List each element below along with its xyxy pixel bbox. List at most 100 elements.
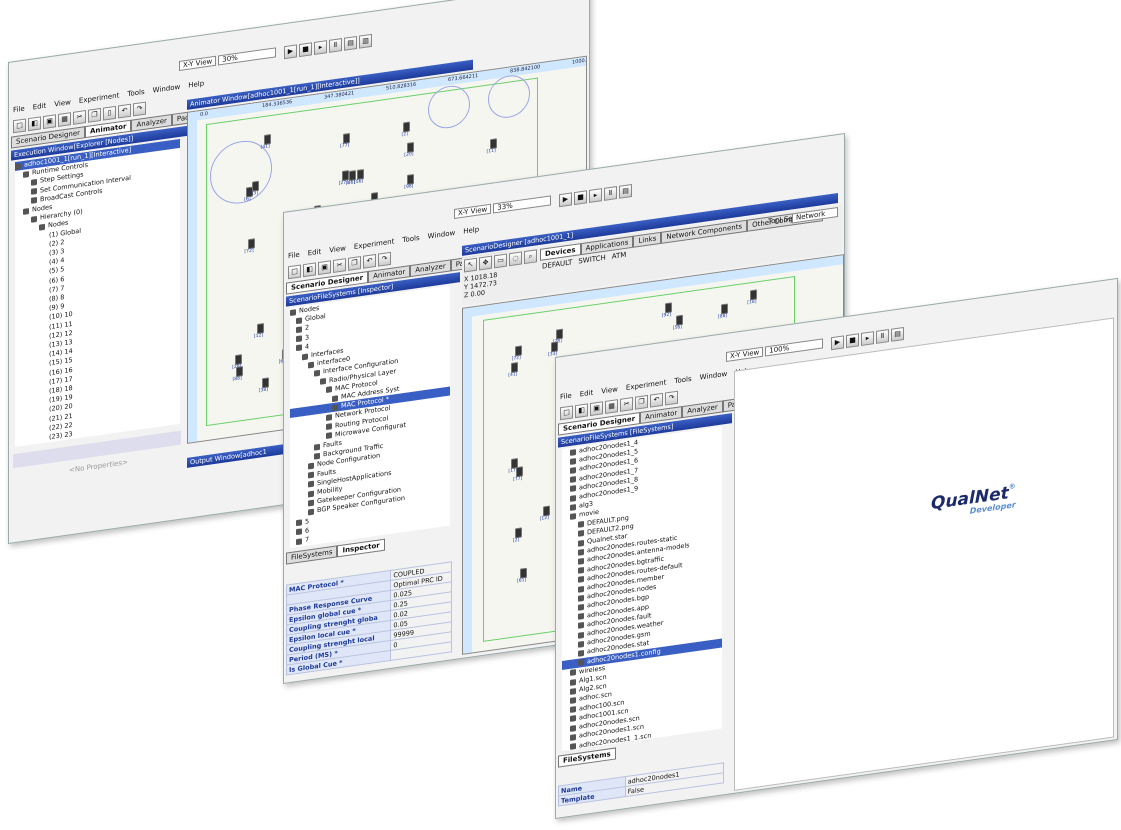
device-atm[interactable]: ATM (612, 251, 627, 261)
menu-window[interactable]: Window (153, 83, 181, 95)
network-node[interactable]: [38] (259, 377, 269, 394)
step-icon[interactable]: ▸ (314, 40, 327, 55)
stop-icon[interactable]: ■ (299, 42, 312, 58)
copy-icon[interactable]: ❐ (88, 107, 101, 123)
menu-file[interactable]: File (13, 105, 25, 115)
network-node[interactable]: [2] (513, 527, 522, 544)
menu-experiment[interactable]: Experiment (626, 378, 666, 392)
cut-icon[interactable]: ✂ (73, 110, 86, 125)
network-node[interactable]: [77] (513, 466, 524, 483)
zoom-icon[interactable]: ⌕ (524, 249, 537, 265)
network-node[interactable]: [33] (548, 340, 559, 357)
menu-experiment[interactable]: Experiment (354, 237, 394, 251)
network-node[interactable]: [2] (401, 121, 411, 138)
tab-inspector[interactable]: Inspector (337, 538, 385, 558)
rect-icon[interactable]: ▭ (494, 253, 507, 269)
save-icon[interactable]: ▣ (43, 114, 56, 130)
network-node[interactable]: [61] (517, 567, 528, 584)
graph-icon[interactable]: ▥ (359, 33, 372, 49)
menu-window[interactable]: Window (700, 370, 728, 382)
menu-help[interactable]: Help (463, 225, 479, 235)
network-node[interactable]: [72] (512, 345, 522, 362)
menu-file[interactable]: File (560, 392, 572, 402)
move-icon[interactable]: ✥ (479, 255, 492, 271)
chart-icon[interactable]: ▤ (344, 35, 357, 51)
redo-icon[interactable]: ↷ (133, 101, 146, 117)
undo-icon[interactable]: ↶ (118, 103, 131, 119)
print-icon[interactable]: ▦ (605, 399, 618, 414)
chart-icon[interactable]: ▤ (891, 326, 904, 342)
tab-filesystems[interactable]: FileSystems (286, 545, 338, 565)
menu-edit[interactable]: Edit (580, 389, 594, 399)
network-node[interactable]: [41] (260, 134, 271, 151)
network-node[interactable]: [53] (249, 180, 259, 197)
pause-icon[interactable]: Ⅱ (329, 38, 342, 53)
menu-tools[interactable]: Tools (674, 375, 691, 385)
lasso-icon[interactable]: ◌ (509, 251, 522, 267)
design-canvas-empty[interactable]: QualNet® Developer (734, 317, 1114, 791)
new-icon[interactable]: □ (560, 405, 573, 421)
device-default[interactable]: DEFAULT (542, 258, 572, 270)
network-node[interactable]: [86] (346, 170, 357, 187)
network-node[interactable]: [20] (404, 141, 415, 158)
cut-icon[interactable]: ✂ (333, 258, 346, 273)
device-switch[interactable]: SWITCH (578, 254, 605, 266)
network-node[interactable]: [72] (244, 238, 255, 255)
print-icon[interactable]: ▦ (58, 112, 71, 127)
step-icon[interactable]: ▸ (861, 331, 874, 346)
network-node[interactable]: [56] (673, 315, 683, 332)
menu-edit[interactable]: Edit (308, 248, 322, 258)
menu-tools[interactable]: Tools (127, 88, 144, 98)
pause-icon[interactable]: Ⅱ (604, 186, 617, 201)
copy-icon[interactable]: ❐ (348, 256, 361, 271)
open-icon[interactable]: ◧ (28, 116, 41, 132)
menu-window[interactable]: Window (428, 229, 456, 241)
redo-icon[interactable]: ↷ (378, 251, 391, 267)
network-node[interactable]: [56] (354, 169, 365, 185)
menu-tools[interactable]: Tools (402, 234, 419, 244)
new-icon[interactable]: □ (288, 264, 301, 280)
menu-view[interactable]: View (601, 385, 618, 395)
network-node[interactable]: [98] (404, 173, 415, 190)
network-node[interactable]: [88] (232, 365, 243, 382)
network-node[interactable]: [88] (718, 303, 729, 320)
view-mode-select[interactable]: X-Y View (179, 55, 217, 71)
new-icon[interactable]: □ (13, 118, 26, 134)
zoom-select[interactable]: 33% (493, 195, 552, 214)
menu-help[interactable]: Help (188, 79, 204, 89)
network-node[interactable]: [18] (747, 289, 758, 306)
network-node[interactable]: [28] (232, 353, 243, 370)
copy-icon[interactable]: ❐ (635, 394, 648, 410)
undo-icon[interactable]: ↶ (363, 253, 376, 269)
view-mode-select[interactable]: X-Y View (454, 203, 492, 219)
network-node[interactable]: [12] (540, 505, 550, 522)
zoom-select[interactable]: 30% (218, 47, 277, 66)
menu-file[interactable]: File (288, 251, 300, 261)
chart-icon[interactable]: ▤ (619, 183, 632, 199)
run-icon[interactable]: ▶ (831, 335, 844, 351)
tab-links[interactable]: Links (633, 231, 662, 248)
undo-icon[interactable]: ↶ (650, 392, 663, 408)
network-node[interactable]: [41] (508, 361, 519, 378)
save-icon[interactable]: ▣ (590, 401, 603, 417)
tab-filesystems[interactable]: FileSystems (558, 747, 616, 768)
zoom-select[interactable]: 100% (765, 338, 824, 357)
coord-z[interactable]: 0.00 (471, 289, 485, 299)
open-icon[interactable]: ◧ (575, 403, 588, 419)
stop-icon[interactable]: ■ (574, 190, 587, 206)
stop-icon[interactable]: ■ (846, 333, 859, 349)
menu-edit[interactable]: Edit (33, 102, 47, 112)
redo-icon[interactable]: ↷ (665, 390, 678, 406)
run-icon[interactable]: ▶ (284, 44, 297, 60)
network-node[interactable]: [77] (340, 133, 351, 150)
save-icon[interactable]: ▣ (318, 260, 331, 276)
view-mode-select[interactable]: X-Y View (726, 346, 764, 362)
select-icon[interactable]: ↖ (464, 257, 477, 273)
menu-view[interactable]: View (329, 244, 346, 254)
network-node[interactable]: [12] (254, 322, 265, 339)
pause-icon[interactable]: Ⅱ (876, 329, 889, 344)
cut-icon[interactable]: ✂ (620, 397, 633, 412)
network-node[interactable]: [92] (662, 302, 672, 319)
open-icon[interactable]: ◧ (303, 262, 316, 278)
paste-icon[interactable]: ▯ (103, 105, 116, 121)
